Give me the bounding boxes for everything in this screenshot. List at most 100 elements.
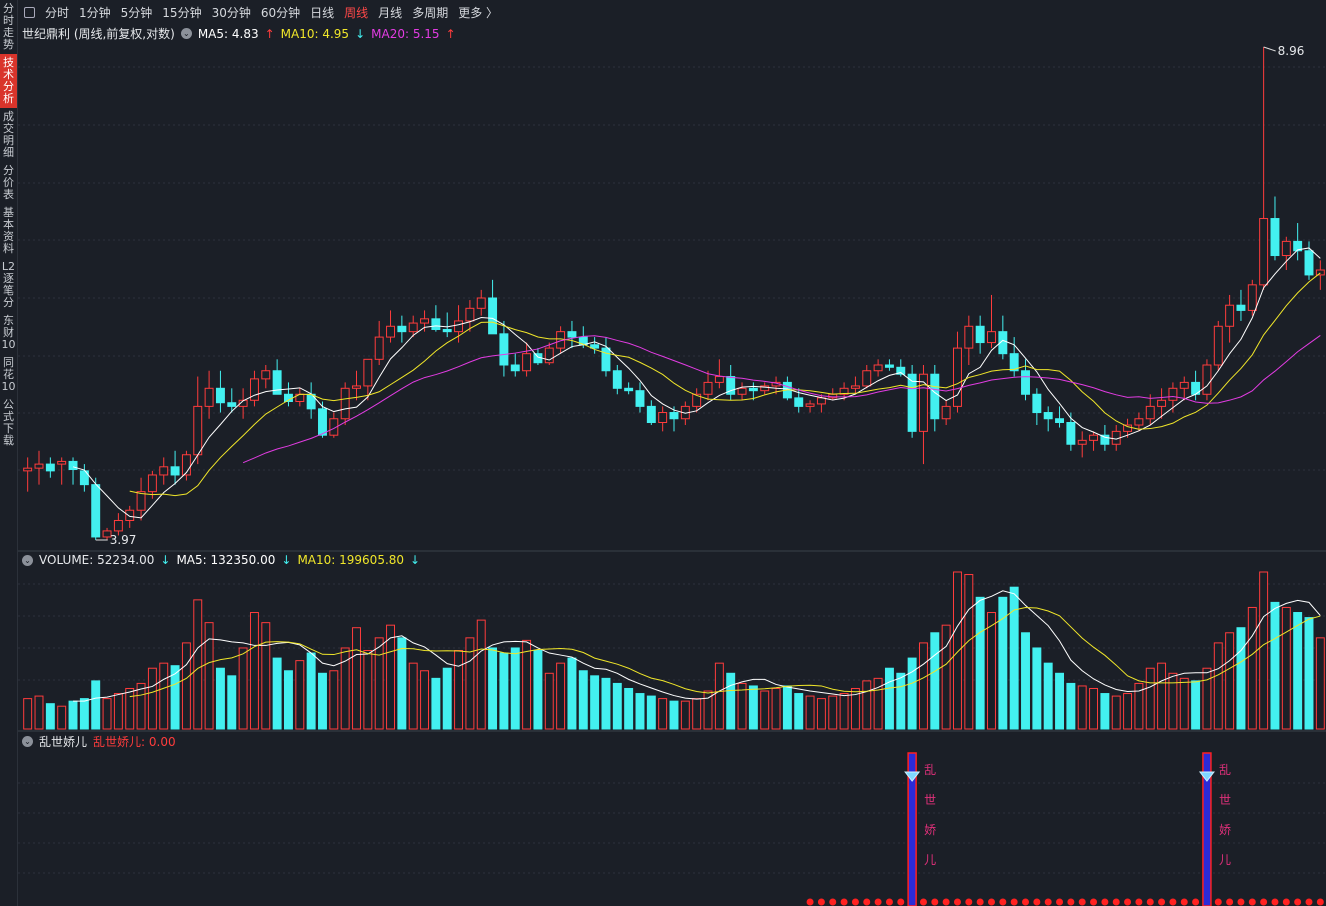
- signal-dot: [1090, 898, 1098, 906]
- volume-bar: [1304, 617, 1314, 730]
- candle-body: [170, 466, 180, 476]
- candle-body: [658, 412, 668, 423]
- volume-bar: [692, 698, 702, 730]
- candle-body: [136, 491, 146, 511]
- diamond-icon: [1198, 771, 1215, 782]
- volume-bar: [113, 693, 123, 730]
- candle-body: [1236, 304, 1246, 311]
- max-pointer: [1263, 46, 1276, 52]
- candle-body: [601, 347, 611, 372]
- candle-body: [850, 385, 860, 389]
- signal-dot: [1282, 898, 1290, 906]
- volume-bar: [1145, 667, 1155, 730]
- volume-bar: [1281, 606, 1291, 730]
- candle-body: [91, 484, 101, 538]
- candle-body: [1032, 393, 1042, 414]
- volume-bar: [272, 657, 282, 730]
- volume-bar: [987, 612, 996, 730]
- volume-bar: [1157, 662, 1167, 730]
- volume-bar: [714, 662, 724, 730]
- signal-dot: [976, 898, 984, 906]
- signal-dot: [1146, 898, 1154, 906]
- volume-bar: [1247, 606, 1257, 730]
- volume-bar: [136, 682, 146, 730]
- signal-dot: [851, 898, 859, 906]
- volume-bar: [1111, 695, 1121, 730]
- candle-body: [147, 474, 157, 493]
- candle-body: [57, 460, 67, 465]
- volume-bar: [454, 650, 464, 730]
- signal-dot: [931, 898, 939, 906]
- volume-bar: [363, 650, 373, 730]
- candle-body: [488, 297, 498, 335]
- volume-bar: [760, 690, 770, 730]
- candle-body: [386, 325, 395, 338]
- volume-bar: [374, 637, 384, 730]
- volume-bar: [816, 698, 826, 730]
- candle-body: [34, 463, 44, 469]
- volume-bar: [975, 596, 985, 730]
- signal-text: 儿: [1219, 853, 1231, 867]
- candle-body: [612, 370, 622, 389]
- candle-body: [261, 370, 271, 380]
- candle-body: [454, 320, 464, 333]
- signal-dot: [1271, 898, 1279, 906]
- signal-dot: [965, 898, 973, 906]
- signal-dot: [1010, 898, 1018, 906]
- candle-body: [987, 331, 996, 344]
- volume-bar: [23, 698, 33, 730]
- candle-body: [1077, 439, 1087, 445]
- signal-dot: [1214, 898, 1222, 906]
- volume-bar: [147, 667, 157, 730]
- volume-bar: [499, 652, 509, 730]
- volume-bar: [1191, 680, 1201, 730]
- candle-body: [340, 387, 350, 420]
- candle-body: [941, 405, 951, 420]
- volume-bar: [159, 662, 169, 730]
- volume-bar: [420, 670, 430, 730]
- volume-ma5-line: [73, 590, 1321, 702]
- volume-bar: [1123, 693, 1133, 730]
- volume-bar: [318, 672, 327, 730]
- volume-bar: [1089, 687, 1099, 730]
- volume-bar: [805, 695, 815, 730]
- volume-bar: [601, 677, 611, 730]
- candle-body: [465, 307, 475, 322]
- signal-text: 儿: [924, 853, 936, 867]
- candle-body: [522, 353, 532, 372]
- candle-body: [1157, 399, 1167, 407]
- candle-body: [624, 387, 634, 392]
- signal-text: 娇: [1219, 823, 1231, 837]
- volume-bar: [249, 612, 259, 730]
- volume-bar: [680, 700, 690, 730]
- volume-bar: [771, 687, 781, 730]
- candle-body: [1259, 218, 1269, 286]
- signal-dot: [1124, 898, 1132, 906]
- candle-body: [45, 463, 55, 472]
- volume-bar: [193, 599, 203, 730]
- volume-bar: [1293, 612, 1303, 730]
- candle-body: [1315, 269, 1325, 276]
- candle-body: [567, 331, 577, 338]
- volume-bar: [431, 677, 441, 730]
- signal-dot: [1248, 898, 1256, 906]
- signal-dot: [1192, 898, 1200, 906]
- volume-bar: [578, 670, 588, 730]
- signal-dot: [863, 898, 871, 906]
- volume-bar: [726, 672, 736, 730]
- signal-dot: [999, 898, 1007, 906]
- candle-body: [907, 373, 917, 432]
- volume-bar: [397, 637, 407, 730]
- signal-text: 世: [924, 793, 936, 807]
- kline-chart[interactable]: 8.96 3.97 乱世娇儿 乱世娇儿: [0, 0, 1326, 906]
- signal-dot: [1033, 898, 1041, 906]
- volume-bar: [884, 667, 894, 730]
- volume-bar: [658, 698, 668, 730]
- signal-dot: [953, 898, 961, 906]
- volume-bar: [782, 685, 792, 730]
- candle-body: [669, 412, 679, 420]
- candle-body: [1043, 412, 1053, 420]
- volume-bar: [533, 650, 543, 730]
- volume-bar: [964, 574, 974, 730]
- signal-dot: [829, 898, 837, 906]
